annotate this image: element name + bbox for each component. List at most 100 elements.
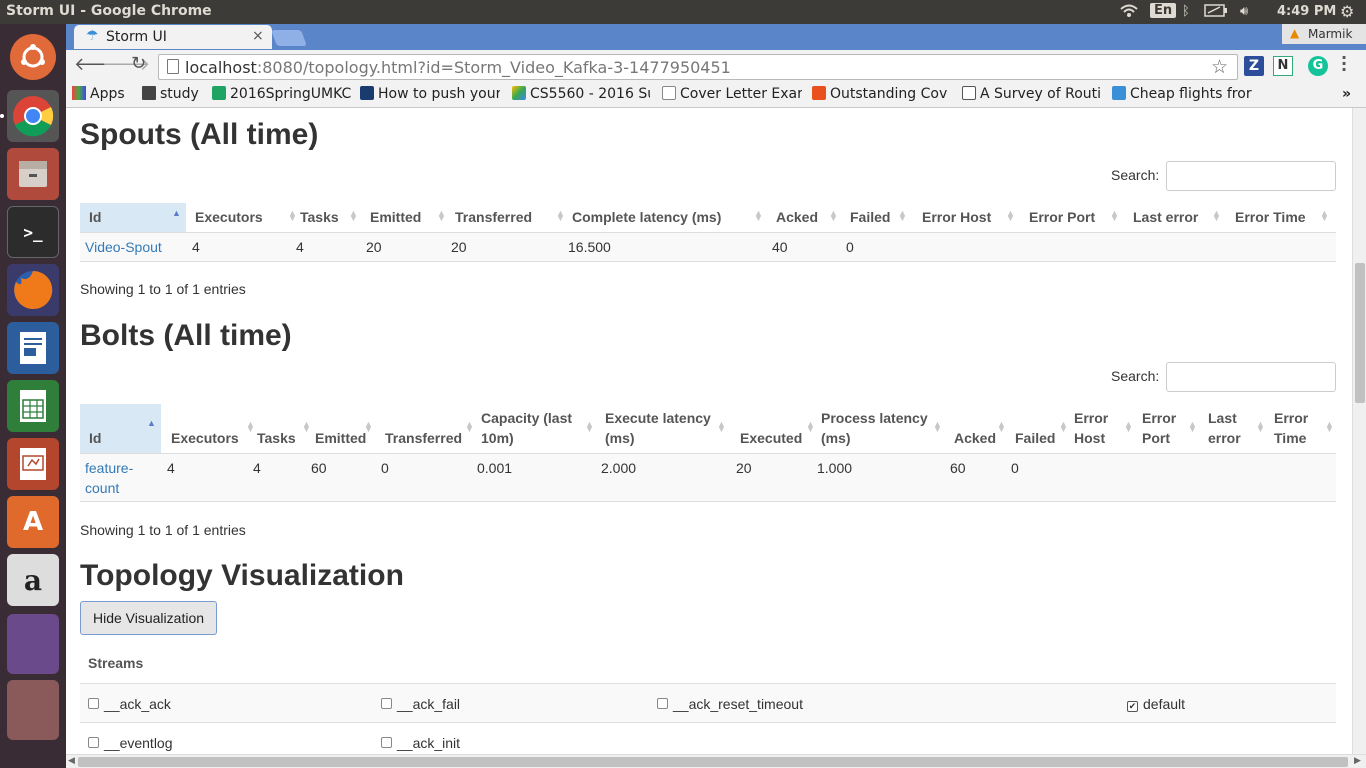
tab-close-icon[interactable]: ×	[252, 28, 264, 44]
bolts-col-executors[interactable]: Executors	[171, 428, 239, 448]
checkbox-default-checked-icon[interactable]: ✔	[1127, 701, 1138, 712]
volume-icon[interactable]: 🔊︎	[1240, 4, 1248, 19]
spouts-col-error-port[interactable]: Error Port	[1029, 207, 1095, 227]
menu-icon[interactable]: · · ·	[1341, 50, 1347, 78]
clock[interactable]: 4:49 PM	[1277, 4, 1336, 19]
bars-icon	[812, 86, 826, 100]
vertical-scrollbar-thumb[interactable]	[1355, 263, 1365, 403]
bookmark-cover-letter[interactable]: Cover Letter Exar	[662, 86, 802, 102]
bookmark-study[interactable]: study	[142, 86, 199, 102]
stream-ack-ack[interactable]: __ack_ack	[88, 696, 171, 712]
streams-row: __ack_ack __ack_fail __ack_reset_timeout…	[80, 683, 1336, 722]
spouts-col-last-error[interactable]: Last error	[1133, 207, 1198, 227]
amazon-icon[interactable]: a	[7, 554, 59, 606]
spouts-col-id[interactable]: Id	[89, 207, 101, 227]
spouts-title: Spouts (All time)	[80, 118, 319, 151]
new-tab-button[interactable]	[271, 30, 307, 46]
bookmark-star-icon[interactable]: ☆	[1211, 56, 1228, 78]
bolts-col-emitted[interactable]: Emitted	[315, 428, 366, 448]
bolts-col-failed[interactable]: Failed	[1015, 428, 1055, 448]
zotero-extension-icon[interactable]: Z	[1244, 56, 1264, 76]
spouts-col-tasks[interactable]: Tasks	[300, 207, 339, 227]
bookmark-apps[interactable]: Apps	[72, 86, 125, 102]
bolts-col-tasks[interactable]: Tasks	[257, 428, 296, 448]
bolts-search-input[interactable]	[1166, 362, 1336, 392]
stream-default[interactable]: ✔ default	[1127, 696, 1185, 712]
bolts-table-info: Showing 1 to 1 of 1 entries	[80, 522, 246, 538]
reload-icon[interactable]: ↻	[131, 53, 146, 74]
bookmark-how-to-push[interactable]: How to push your	[360, 86, 500, 102]
scroll-left-icon[interactable]: ◀	[68, 756, 75, 766]
hide-visualization-button[interactable]: Hide Visualization	[80, 601, 217, 635]
tab-storm-ui[interactable]: ☂ Storm UI ×	[74, 25, 272, 49]
spouts-col-error-time[interactable]: Error Time	[1235, 207, 1306, 227]
bookmark-survey[interactable]: A Survey of Routi	[962, 86, 1102, 102]
terminal-icon[interactable]: >_	[7, 206, 59, 258]
writer-icon[interactable]	[7, 322, 59, 374]
wifi-icon[interactable]	[1120, 4, 1138, 22]
bolts-col-capacity[interactable]: Capacity (last 10m)	[481, 408, 581, 448]
scroll-right-icon[interactable]: ▶	[1354, 756, 1361, 766]
notes-extension-icon[interactable]: N	[1273, 56, 1293, 76]
bookmark-cheap-flights[interactable]: Cheap flights fror	[1112, 86, 1252, 102]
spouts-col-executors[interactable]: Executors	[195, 207, 263, 227]
spouts-col-emitted[interactable]: Emitted	[370, 207, 421, 227]
bolts-col-id[interactable]: Id	[89, 428, 101, 448]
trash-icon[interactable]	[7, 680, 59, 740]
bookmark-2016springumkc[interactable]: 2016SpringUMKC	[212, 86, 352, 102]
tab-title: Storm UI	[106, 29, 167, 45]
files-icon[interactable]	[7, 148, 59, 200]
survey-icon	[962, 86, 976, 100]
bolts-col-executed[interactable]: Executed	[740, 428, 802, 448]
workspace-icon[interactable]	[7, 614, 59, 674]
stream-ack-init[interactable]: __ack_init	[381, 735, 460, 751]
flights-icon	[1112, 86, 1126, 100]
stream-ack-reset-timeout[interactable]: __ack_reset_timeout	[657, 696, 803, 712]
profile-button[interactable]: ▲ Marmik	[1282, 24, 1366, 44]
spouts-col-transferred[interactable]: Transferred	[455, 207, 532, 227]
keyboard-layout[interactable]: En	[1150, 3, 1177, 18]
bolt-link-feature-count[interactable]: feature-count	[85, 458, 145, 498]
checkbox-eventlog[interactable]	[88, 737, 99, 748]
address-bar[interactable]: localhost:8080/topology.html?id=Storm_Vi…	[158, 54, 1238, 80]
bookmark-cs5560[interactable]: CS5560 - 2016 Sur	[512, 86, 650, 102]
warning-icon: ▲	[1290, 26, 1300, 40]
software-center-icon[interactable]: A	[7, 496, 59, 548]
grammarly-extension-icon[interactable]: G	[1308, 56, 1328, 76]
bolts-col-error-host[interactable]: Error Host	[1074, 408, 1124, 448]
bolts-col-error-time[interactable]: Error Time	[1274, 408, 1318, 448]
bolts-col-process-latency[interactable]: Process latency (ms)	[821, 408, 939, 448]
checkbox-ack-ack[interactable]	[88, 698, 99, 709]
checkbox-ack-reset-timeout[interactable]	[657, 698, 668, 709]
calc-icon[interactable]	[7, 380, 59, 432]
spouts-search-input[interactable]	[1166, 161, 1336, 191]
spouts-col-complete-latency[interactable]: Complete latency (ms)	[572, 207, 721, 227]
settings-gear-icon[interactable]: ⚙	[1340, 2, 1354, 21]
firefox-icon[interactable]	[7, 264, 59, 316]
spout-link-video-spout[interactable]: Video-Spout	[85, 237, 162, 257]
checkbox-ack-fail[interactable]	[381, 698, 392, 709]
battery-icon[interactable]	[1204, 4, 1228, 21]
chrome-icon[interactable]	[7, 90, 59, 142]
bolts-col-execute-latency[interactable]: Execute latency (ms)	[605, 408, 723, 448]
bolts-col-error-port[interactable]: Error Port	[1142, 408, 1192, 448]
bolts-col-transferred[interactable]: Transferred	[385, 428, 462, 448]
ubuntu-icon[interactable]	[10, 34, 56, 80]
stream-eventlog[interactable]: __eventlog	[88, 735, 173, 751]
spouts-col-acked[interactable]: Acked	[776, 207, 818, 227]
stream-ack-fail[interactable]: __ack_fail	[381, 696, 460, 712]
bluetooth-icon[interactable]: ᛒ	[1182, 4, 1190, 19]
spouts-col-failed[interactable]: Failed	[850, 207, 890, 227]
bolt-tasks: 4	[253, 460, 261, 476]
checkbox-ack-init[interactable]	[381, 737, 392, 748]
bookmarks-overflow[interactable]: »	[1342, 86, 1351, 102]
bolt-acked: 60	[950, 460, 966, 476]
spouts-col-error-host[interactable]: Error Host	[922, 207, 991, 227]
horizontal-scrollbar[interactable]: ◀ ▶	[66, 754, 1366, 768]
bolts-col-acked[interactable]: Acked	[954, 428, 996, 448]
impress-icon[interactable]	[7, 438, 59, 490]
bookmark-outstanding[interactable]: Outstanding Cov	[812, 86, 950, 102]
bolts-col-last-error[interactable]: Last error	[1208, 408, 1248, 448]
vertical-scrollbar[interactable]	[1352, 108, 1366, 754]
horizontal-scrollbar-thumb[interactable]	[78, 757, 1348, 767]
